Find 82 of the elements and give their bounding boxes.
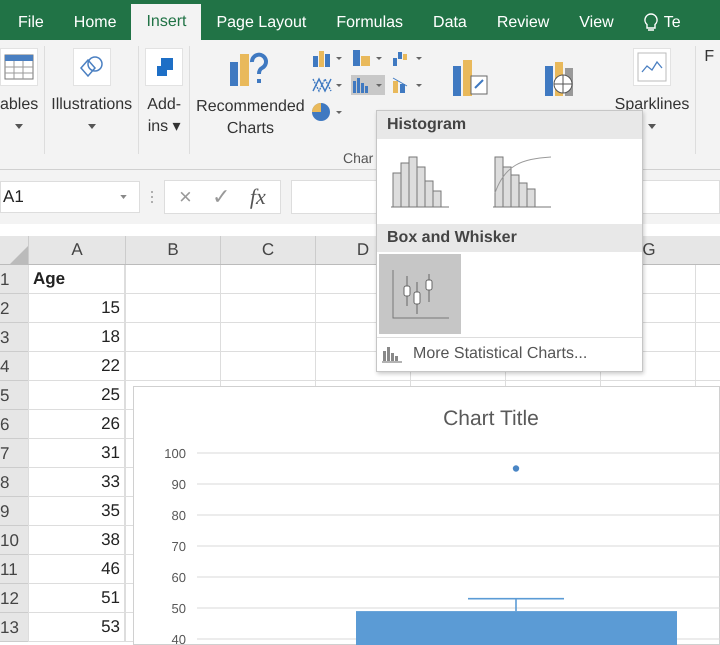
- table-cell: 31: [28, 439, 125, 468]
- axis-tick-label: 50: [172, 601, 186, 616]
- row-header[interactable]: 4: [0, 352, 28, 381]
- row-header[interactable]: 7: [0, 439, 28, 468]
- column-header[interactable]: A: [28, 236, 125, 264]
- table-cell: 15: [28, 294, 125, 323]
- sparkline-icon: [633, 48, 672, 86]
- column-chart-icon[interactable]: [310, 48, 345, 68]
- stacked-chart-icon[interactable]: [350, 48, 385, 68]
- grip-icon: [150, 189, 154, 205]
- ribbon-tab[interactable]: Page Layout: [201, 6, 322, 40]
- row-header[interactable]: 9: [0, 497, 28, 526]
- button-label: Illustrations: [51, 95, 132, 115]
- button-label: Charts: [226, 119, 274, 139]
- chart-area[interactable]: Chart Title 40 50 60 70 80 90 100: [133, 386, 720, 645]
- pie-chart-icon[interactable]: [310, 102, 345, 122]
- name-box[interactable]: A1: [0, 181, 140, 213]
- axis-tick-label: 70: [172, 539, 186, 554]
- table-cell: 51: [28, 584, 125, 613]
- ribbon-tab[interactable]: Te: [628, 6, 696, 40]
- button-label: ables: [0, 95, 38, 115]
- axis-tick-label: 60: [172, 570, 186, 585]
- table-cell: 18: [28, 323, 125, 352]
- row-header[interactable]: 5: [0, 381, 28, 410]
- row-header[interactable]: 2: [0, 294, 28, 323]
- row-header[interactable]: 12: [0, 584, 28, 613]
- group-label: Char: [343, 150, 374, 166]
- statistic-chart-icon[interactable]: [350, 75, 385, 95]
- row-header[interactable]: 1: [0, 265, 28, 294]
- button-label: Recommended: [196, 97, 305, 117]
- table-cell: 25: [28, 381, 125, 410]
- row-header[interactable]: 8: [0, 468, 28, 497]
- combo-chart-icon[interactable]: [390, 75, 425, 95]
- ribbon-button[interactable]: Recommended Charts: [190, 46, 311, 154]
- ribbon-button[interactable]: Illustrations: [45, 46, 140, 154]
- row-header[interactable]: 10: [0, 526, 28, 555]
- column-header[interactable]: B: [125, 236, 220, 264]
- table-cell: 38: [28, 526, 125, 555]
- table-cell: 26: [28, 410, 125, 439]
- table-cell: Age: [28, 265, 125, 294]
- row-header[interactable]: 13: [0, 613, 28, 642]
- row-header[interactable]: 6: [0, 410, 28, 439]
- ribbon-button[interactable]: F: [696, 46, 720, 154]
- ribbon-tab[interactable]: View: [564, 6, 629, 40]
- button-label: Add-: [147, 95, 182, 115]
- more-charts-link[interactable]: More Statistical Charts...: [377, 337, 642, 371]
- ribbon-tab[interactable]: Data: [418, 6, 482, 40]
- button-label: ins ▾: [148, 117, 181, 137]
- section-heading: Histogram: [377, 111, 642, 139]
- ribbon-tab[interactable]: Insert: [131, 4, 202, 40]
- caret-icon: [88, 124, 96, 129]
- caret-icon: [15, 124, 24, 129]
- section-heading: Box and Whisker: [377, 224, 642, 252]
- caret-icon: [120, 195, 127, 199]
- table-cell: 35: [28, 497, 125, 526]
- table-cell: 22: [28, 352, 125, 381]
- axis-tick-label: 40: [172, 632, 186, 645]
- ribbon-tab[interactable]: File: [14, 6, 59, 40]
- table-cell: 46: [28, 555, 125, 584]
- ribbon-button[interactable]: Add- ins ▾: [139, 46, 190, 154]
- ribbon-tab[interactable]: Home: [58, 6, 132, 40]
- table-cell: 33: [28, 468, 125, 497]
- axis-tick-label: 100: [164, 446, 186, 461]
- ribbon-button[interactable]: ables: [0, 46, 46, 154]
- table-cell: 53: [28, 613, 125, 642]
- axis-tick-label: 90: [172, 477, 186, 492]
- cube-icon: [145, 48, 184, 86]
- row-header[interactable]: 11: [0, 555, 28, 584]
- lightbulb-icon: [644, 13, 658, 33]
- ribbon-tab[interactable]: Review: [482, 6, 564, 40]
- caret-icon: [648, 124, 656, 129]
- insert-function-button[interactable]: fx: [250, 184, 266, 210]
- shapes-icon: [72, 48, 111, 86]
- histogram-icon: [381, 345, 403, 363]
- axis-tick-label: 80: [172, 508, 186, 523]
- line-chart-icon[interactable]: [310, 75, 345, 95]
- row-header[interactable]: 3: [0, 323, 28, 352]
- button-label: F: [704, 47, 714, 67]
- ribbon-tab[interactable]: Formulas: [321, 6, 418, 40]
- chart-title: Chart Title: [443, 407, 539, 430]
- column-header[interactable]: C: [220, 236, 315, 264]
- chart-type-option[interactable]: [379, 254, 461, 334]
